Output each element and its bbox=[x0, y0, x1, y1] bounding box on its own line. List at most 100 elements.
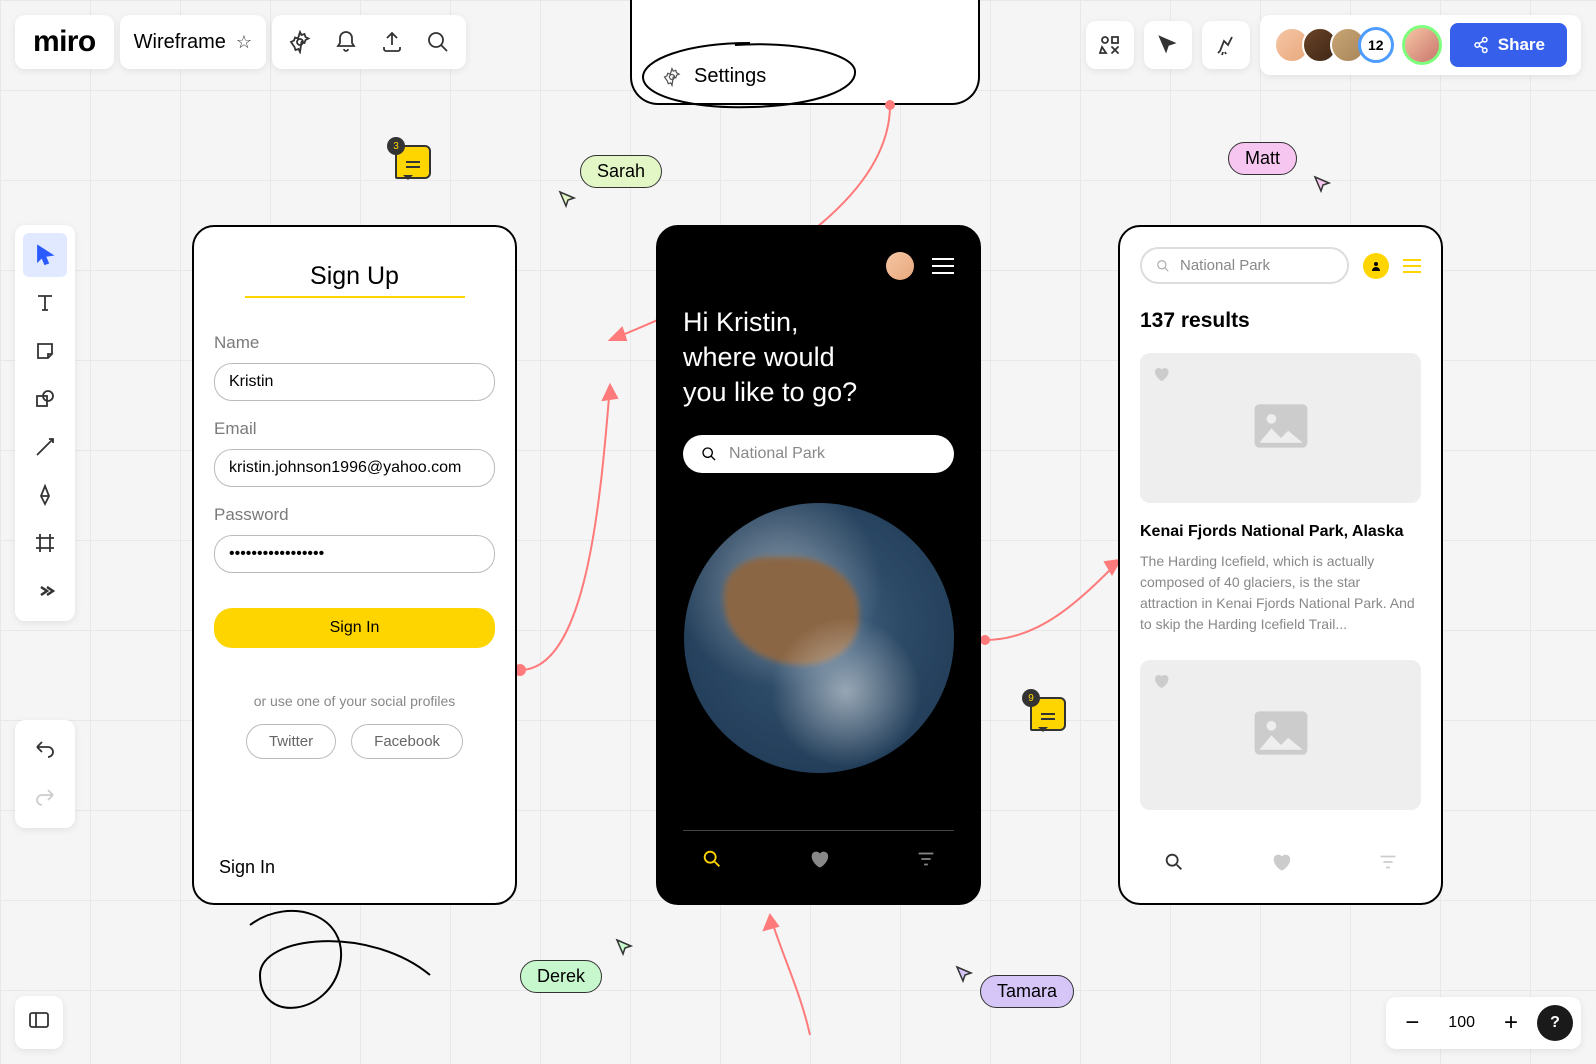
cursor-label-sarah: Sarah bbox=[580, 155, 662, 188]
avatar-count[interactable]: 12 bbox=[1358, 27, 1394, 63]
signup-phone-frame[interactable]: Sign Up Name Email Password Sign In or u… bbox=[192, 225, 517, 905]
result-title[interactable]: Kenai Fjords National Park, Alaska bbox=[1140, 523, 1421, 541]
shapes-tool[interactable] bbox=[23, 377, 67, 421]
cursor-pointer-icon bbox=[558, 190, 576, 208]
menu-icon[interactable] bbox=[932, 258, 954, 274]
twitter-button[interactable]: Twitter bbox=[246, 724, 336, 759]
undo-button[interactable] bbox=[23, 728, 67, 772]
results-phone-frame[interactable]: National Park 137 results Kenai Fjords N… bbox=[1118, 225, 1443, 905]
comment-count: 9 bbox=[1022, 689, 1040, 707]
pen-tool[interactable] bbox=[23, 473, 67, 517]
name-label: Name bbox=[214, 333, 495, 353]
result-description: The Harding Icefield, which is actually … bbox=[1140, 551, 1421, 635]
search-bar[interactable]: National Park bbox=[1140, 247, 1349, 284]
connector-tool[interactable] bbox=[23, 425, 67, 469]
undo-redo-panel bbox=[15, 720, 75, 828]
greeting-text: Hi Kristin, where would you like to go? bbox=[683, 305, 954, 410]
heart-icon[interactable] bbox=[1152, 365, 1170, 388]
email-label: Email bbox=[214, 419, 495, 439]
select-tool[interactable] bbox=[23, 233, 67, 277]
nav-filter-icon[interactable] bbox=[1377, 851, 1399, 878]
cursor-pointer-icon bbox=[615, 938, 633, 956]
email-input[interactable] bbox=[214, 449, 495, 487]
cursor-pointer-icon bbox=[1313, 175, 1331, 193]
top-right-bar: 12 Share bbox=[1086, 15, 1581, 75]
zoom-out-button[interactable]: − bbox=[1394, 1005, 1430, 1041]
comment-lines-icon bbox=[406, 161, 420, 163]
facebook-button[interactable]: Facebook bbox=[351, 724, 463, 759]
bottom-nav bbox=[658, 848, 979, 875]
zoom-in-button[interactable]: + bbox=[1493, 1005, 1529, 1041]
password-label: Password bbox=[214, 505, 495, 525]
share-button[interactable]: Share bbox=[1450, 23, 1567, 67]
more-tools[interactable] bbox=[23, 569, 67, 613]
user-icon[interactable] bbox=[1363, 253, 1389, 279]
divider bbox=[683, 830, 954, 831]
name-input[interactable] bbox=[214, 363, 495, 401]
comment-badge[interactable]: 3 bbox=[395, 145, 431, 179]
search-icon bbox=[701, 446, 717, 462]
user-avatar[interactable] bbox=[886, 252, 914, 280]
nav-heart-icon[interactable] bbox=[1270, 851, 1292, 878]
social-hint: or use one of your social profiles bbox=[214, 693, 495, 709]
redo-button[interactable] bbox=[23, 776, 67, 820]
search-placeholder: National Park bbox=[729, 445, 825, 463]
menu-icon[interactable] bbox=[1403, 259, 1421, 273]
result-card-image[interactable] bbox=[1140, 353, 1421, 503]
logo-text: miro bbox=[33, 25, 96, 59]
left-toolbar bbox=[15, 225, 75, 621]
nav-search-icon[interactable] bbox=[701, 848, 723, 875]
connector-arrow[interactable] bbox=[980, 550, 1130, 650]
connector-arrow[interactable] bbox=[760, 910, 820, 1040]
globe-image bbox=[684, 503, 954, 773]
reactions-icon[interactable] bbox=[1202, 21, 1250, 69]
signup-title: Sign Up bbox=[214, 262, 495, 291]
image-placeholder-icon bbox=[1251, 709, 1311, 762]
comment-badge[interactable]: 9 bbox=[1030, 697, 1066, 731]
comment-count: 3 bbox=[387, 137, 405, 155]
top-left-bar: miro Wireframe ☆ bbox=[15, 15, 466, 69]
current-user-avatar[interactable] bbox=[1402, 25, 1442, 65]
results-count: 137 results bbox=[1140, 309, 1421, 333]
result-card-image[interactable] bbox=[1140, 660, 1421, 810]
password-input[interactable] bbox=[214, 535, 495, 573]
zoom-panel: − 100 + ? bbox=[1386, 997, 1581, 1049]
frame-tool[interactable] bbox=[23, 521, 67, 565]
search-bar[interactable]: National Park bbox=[683, 435, 954, 473]
cursor-label-tamara: Tamara bbox=[980, 975, 1074, 1008]
zoom-value[interactable]: 100 bbox=[1438, 1014, 1485, 1032]
help-button[interactable]: ? bbox=[1537, 1005, 1573, 1041]
shapes-library-icon[interactable] bbox=[1086, 21, 1134, 69]
header-tools bbox=[272, 15, 466, 69]
star-icon[interactable]: ☆ bbox=[236, 32, 252, 53]
hand-drawn-scribble bbox=[230, 905, 460, 1055]
app-logo[interactable]: miro bbox=[15, 15, 114, 69]
submit-button[interactable]: Sign In bbox=[214, 608, 495, 648]
image-placeholder-icon bbox=[1251, 402, 1311, 455]
connector-arrow[interactable] bbox=[515, 370, 665, 680]
cursor-label-matt: Matt bbox=[1228, 142, 1297, 175]
sticky-tool[interactable] bbox=[23, 329, 67, 373]
nav-heart-icon[interactable] bbox=[808, 848, 830, 875]
bottom-left-panel[interactable] bbox=[15, 996, 63, 1049]
bell-icon[interactable] bbox=[334, 30, 358, 54]
heart-icon[interactable] bbox=[1152, 672, 1170, 695]
search-icon bbox=[1156, 259, 1170, 273]
search-icon[interactable] bbox=[426, 30, 450, 54]
comment-lines-icon bbox=[1041, 713, 1055, 715]
settings-gear-icon[interactable] bbox=[288, 30, 312, 54]
nav-filter-icon[interactable] bbox=[915, 848, 937, 875]
bottom-nav bbox=[1120, 851, 1441, 878]
cursor-mode-icon[interactable] bbox=[1144, 21, 1192, 69]
share-label: Share bbox=[1498, 35, 1545, 55]
cursor-pointer-icon bbox=[955, 965, 973, 983]
text-tool[interactable] bbox=[23, 281, 67, 325]
collaborators-panel[interactable]: 12 Share bbox=[1260, 15, 1581, 75]
title-underline bbox=[245, 296, 465, 298]
signin-link[interactable]: Sign In bbox=[219, 857, 275, 878]
nav-search-icon[interactable] bbox=[1163, 851, 1185, 878]
export-icon[interactable] bbox=[380, 30, 404, 54]
board-name-panel[interactable]: Wireframe ☆ bbox=[120, 15, 266, 69]
home-phone-frame[interactable]: Hi Kristin, where would you like to go? … bbox=[656, 225, 981, 905]
board-name: Wireframe bbox=[134, 31, 226, 54]
